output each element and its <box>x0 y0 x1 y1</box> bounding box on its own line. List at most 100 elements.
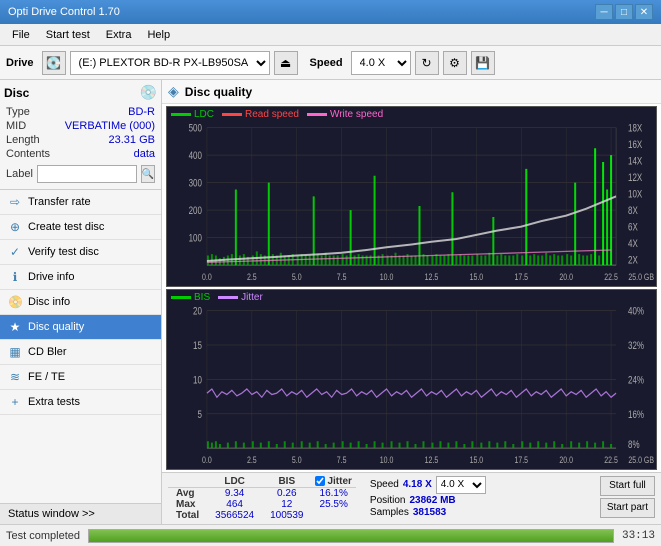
svg-text:14X: 14X <box>628 156 643 169</box>
progress-bar-fill <box>89 530 613 542</box>
bottom-chart: BIS Jitter <box>166 289 657 470</box>
drive-select[interactable]: (E:) PLEXTOR BD-R PX-LB950SA 1.06 <box>70 51 270 75</box>
sidebar-item-create-test-disc[interactable]: ⊕ Create test disc <box>0 215 161 240</box>
svg-text:25.0 GB: 25.0 GB <box>628 454 654 465</box>
menu-extra[interactable]: Extra <box>98 27 140 43</box>
svg-text:15.0: 15.0 <box>470 454 484 465</box>
sidebar-item-cd-bler[interactable]: ▦ CD Bler <box>0 340 161 365</box>
refresh-button[interactable]: ↻ <box>415 51 439 75</box>
svg-text:10: 10 <box>193 374 202 387</box>
svg-text:2X: 2X <box>628 255 638 268</box>
svg-text:22.5: 22.5 <box>604 271 618 282</box>
disc-info-icon: 📀 <box>8 295 22 309</box>
svg-text:5.0: 5.0 <box>292 271 302 282</box>
nav-items: ⇨ Transfer rate ⊕ Create test disc ✓ Ver… <box>0 190 161 503</box>
ldc-color <box>171 113 191 116</box>
max-bis: 12 <box>262 499 311 510</box>
stats-row-max: Max 464 12 25.5% <box>168 499 356 510</box>
ldc-label: LDC <box>194 109 214 120</box>
verify-icon: ✓ <box>8 245 22 259</box>
maximize-button[interactable]: □ <box>615 4 633 20</box>
disc-length-row: Length 23.31 GB <box>4 133 157 147</box>
main-content: Disc 💿 Type BD-R MID VERBATIMe (000) Len… <box>0 80 661 524</box>
total-ldc: 3566524 <box>207 510 262 521</box>
svg-text:16X: 16X <box>628 139 643 152</box>
eject-button[interactable]: ⏏ <box>274 51 298 75</box>
transfer-rate-icon: ⇨ <box>8 195 22 209</box>
svg-text:200: 200 <box>189 205 202 218</box>
svg-text:25.0 GB: 25.0 GB <box>628 271 654 282</box>
chart-title: Disc quality <box>185 85 252 99</box>
total-label: Total <box>168 510 207 521</box>
jitter-checkbox[interactable] <box>315 476 325 486</box>
position-label: Position <box>370 495 406 506</box>
status-window-button[interactable]: Status window >> <box>0 503 161 524</box>
save-button[interactable]: 💾 <box>471 51 495 75</box>
bis-color <box>171 296 191 299</box>
chart-header: ◈ Disc quality <box>162 80 661 104</box>
disc-mid-label: MID <box>6 120 26 132</box>
menu-file[interactable]: File <box>4 27 38 43</box>
max-ldc: 464 <box>207 499 262 510</box>
samples-row: Samples 381583 <box>370 507 486 518</box>
app-title: Opti Drive Control 1.70 <box>8 6 120 18</box>
start-full-button[interactable]: Start full <box>600 476 655 496</box>
stats-table: LDC BIS Jitter Avg 9.34 0.26 <box>168 476 356 522</box>
samples-label: Samples <box>370 507 409 518</box>
svg-text:22.5: 22.5 <box>604 454 618 465</box>
top-chart-legend: LDC Read speed Write speed <box>171 109 383 120</box>
svg-text:7.5: 7.5 <box>337 454 347 465</box>
sidebar-item-extra-tests[interactable]: + Extra tests <box>0 390 161 415</box>
disc-length-value: 23.31 GB <box>109 134 155 146</box>
disc-label-button[interactable]: 🔍 <box>141 165 155 183</box>
fe-te-icon: ≋ <box>8 370 22 384</box>
speed-display-row: Speed 4.18 X 4.0 X <box>370 476 486 494</box>
read-speed-color <box>222 113 242 116</box>
sidebar-item-drive-info[interactable]: ℹ Drive info <box>0 265 161 290</box>
samples-value: 381583 <box>413 507 446 518</box>
svg-text:500: 500 <box>189 123 202 136</box>
col-bis-header: BIS <box>262 476 311 488</box>
ldc-legend: LDC <box>171 109 214 120</box>
svg-text:8%: 8% <box>628 439 640 452</box>
settings-button[interactable]: ⚙ <box>443 51 467 75</box>
minimize-button[interactable]: ─ <box>595 4 613 20</box>
svg-text:12.5: 12.5 <box>425 454 439 465</box>
write-speed-legend: Write speed <box>307 109 383 120</box>
disc-icon: 💿 <box>140 84 157 101</box>
svg-text:17.5: 17.5 <box>514 454 528 465</box>
disc-panel: Disc 💿 Type BD-R MID VERBATIMe (000) Len… <box>0 80 161 190</box>
position-value: 23862 MB <box>410 495 456 506</box>
menu-start-test[interactable]: Start test <box>38 27 98 43</box>
svg-text:300: 300 <box>189 178 202 191</box>
svg-text:7.5: 7.5 <box>337 271 347 282</box>
sidebar-item-disc-quality[interactable]: ★ Disc quality <box>0 315 161 340</box>
bottom-chart-legend: BIS Jitter <box>171 292 263 303</box>
speed-select[interactable]: 4.0 X <box>351 51 411 75</box>
disc-label-input[interactable] <box>37 165 137 183</box>
sidebar-item-fe-te[interactable]: ≋ FE / TE <box>0 365 161 390</box>
sidebar-item-label-cd-bler: CD Bler <box>28 346 67 358</box>
sidebar-item-transfer-rate[interactable]: ⇨ Transfer rate <box>0 190 161 215</box>
jitter-legend: Jitter <box>218 292 263 303</box>
start-part-button[interactable]: Start part <box>600 498 655 518</box>
drive-info-icon: ℹ <box>8 270 22 284</box>
disc-label-key: Label <box>6 168 33 180</box>
col-empty <box>168 476 207 488</box>
sidebar-item-disc-info[interactable]: 📀 Disc info <box>0 290 161 315</box>
svg-text:5: 5 <box>197 408 201 421</box>
menu-help[interactable]: Help <box>139 27 178 43</box>
bottom-bar: Test completed 33:13 <box>0 524 661 546</box>
svg-text:15: 15 <box>193 340 202 353</box>
progress-bar <box>88 529 614 543</box>
drive-icon-button[interactable]: 💽 <box>42 51 66 75</box>
svg-text:17.5: 17.5 <box>514 271 528 282</box>
sidebar-item-label-disc-quality: Disc quality <box>28 321 84 333</box>
close-button[interactable]: ✕ <box>635 4 653 20</box>
col-jitter-header: Jitter <box>311 476 355 488</box>
speed-select2[interactable]: 4.0 X <box>436 476 486 494</box>
time-display: 33:13 <box>622 530 655 542</box>
svg-text:6X: 6X <box>628 222 638 235</box>
disc-contents-row: Contents data <box>4 147 157 161</box>
sidebar-item-verify-test-disc[interactable]: ✓ Verify test disc <box>0 240 161 265</box>
